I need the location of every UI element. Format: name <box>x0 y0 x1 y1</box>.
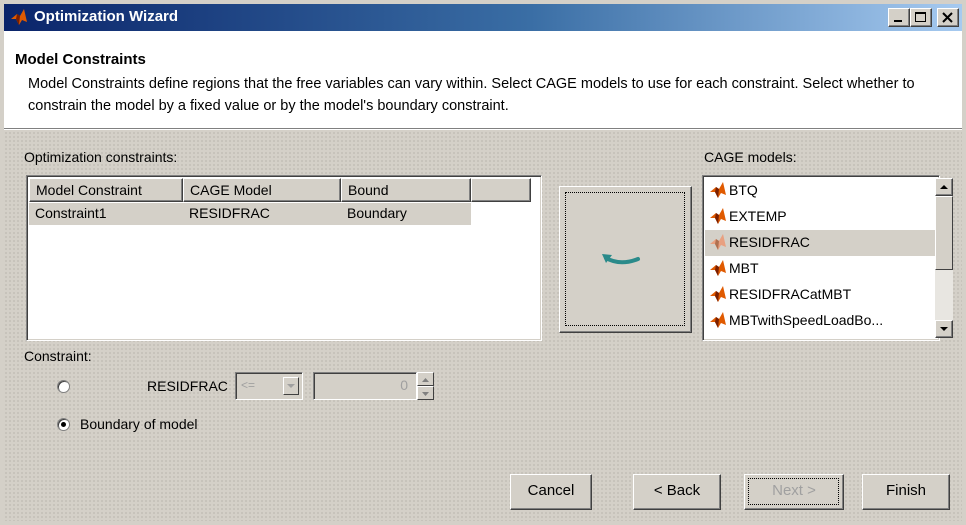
arrow-up-icon <box>940 185 948 189</box>
header-divider-highlight <box>4 129 962 130</box>
cage-model-icon <box>710 312 726 328</box>
wizard-header: Model Constraints Model Constraints defi… <box>4 31 962 129</box>
list-item[interactable]: RESIDFRACatMBT <box>705 282 935 308</box>
value-spinner[interactable] <box>417 372 434 400</box>
cage-model-icon <box>710 260 726 276</box>
cage-model-icon <box>710 208 726 224</box>
window-title: Optimization Wizard <box>34 8 179 25</box>
scrollbar-thumb[interactable] <box>935 196 953 270</box>
list-item[interactable]: BTQ <box>705 178 935 204</box>
list-item-label: MBTwithSpeedLoadBo... <box>729 312 884 328</box>
list-item[interactable]: MBT <box>705 256 935 282</box>
column-header-model-constraint[interactable]: Model Constraint <box>29 178 183 202</box>
title-bar[interactable]: Optimization Wizard <box>4 4 962 31</box>
radio-selected-dot <box>61 422 66 427</box>
cage-model-icon <box>710 286 726 302</box>
cell-model-constraint: Constraint1 <box>35 205 107 221</box>
spin-down-button[interactable] <box>417 386 434 400</box>
fixed-value-label: RESIDFRAC <box>147 378 228 394</box>
focus-rect <box>748 478 839 505</box>
arrow-up-icon <box>422 378 429 382</box>
optimization-wizard-window: Optimization Wizard Model Constraints Mo… <box>0 0 966 525</box>
list-item-label: MBT <box>729 260 759 276</box>
optimization-constraints-label: Optimization constraints: <box>24 149 178 165</box>
arrow-down-icon <box>940 327 948 331</box>
finish-button[interactable]: Finish <box>862 474 950 510</box>
list-item-label: EXTEMP <box>729 208 787 224</box>
list-item-label: RESIDFRAC <box>729 234 810 250</box>
scroll-down-button[interactable] <box>935 320 953 338</box>
constraint-label: Constraint: <box>24 348 92 364</box>
list-item-label: BTQ <box>729 182 758 198</box>
content-panel: Optimization constraints: Model Constrai… <box>4 131 962 521</box>
assign-arrow-icon <box>602 254 640 265</box>
cage-model-icon <box>710 234 726 250</box>
close-button[interactable] <box>937 8 959 27</box>
arrow-down-icon <box>422 392 429 396</box>
spin-up-button[interactable] <box>417 372 434 386</box>
maximize-button[interactable] <box>910 8 932 27</box>
list-item-selected[interactable]: RESIDFRAC <box>705 230 935 256</box>
cage-models-label: CAGE models: <box>704 149 797 165</box>
boundary-of-model-radio[interactable] <box>57 418 70 431</box>
list-item-label: RESIDFRACatMBT <box>729 286 852 302</box>
column-header-empty <box>471 178 531 202</box>
table-header: Model Constraint CAGE Model Bound <box>29 178 531 202</box>
scroll-up-button[interactable] <box>935 178 953 196</box>
chevron-down-icon <box>287 384 295 388</box>
column-header-cage-model[interactable]: CAGE Model <box>183 178 341 202</box>
operator-dropdown-button[interactable] <box>283 377 299 395</box>
cage-model-icon <box>710 182 726 198</box>
operator-select[interactable]: <= <box>235 372 303 400</box>
vertical-scrollbar[interactable] <box>935 178 953 338</box>
table-row[interactable]: Constraint1 RESIDFRAC Boundary <box>29 203 471 225</box>
constraint-value-input[interactable]: 0 <box>313 372 417 400</box>
list-item[interactable]: EXTEMP <box>705 204 935 230</box>
constraints-table[interactable]: Model Constraint CAGE Model Bound Constr… <box>26 175 542 341</box>
page-title: Model Constraints <box>15 51 146 68</box>
assign-model-button[interactable] <box>559 186 692 333</box>
list-item[interactable]: MBTwithSpeedLoadBo... <box>705 308 935 334</box>
fixed-value-radio[interactable] <box>57 380 70 393</box>
operator-value: <= <box>241 378 256 392</box>
column-header-bound[interactable]: Bound <box>341 178 471 202</box>
matlab-logo-icon <box>10 8 28 30</box>
boundary-of-model-label: Boundary of model <box>80 416 198 432</box>
next-button[interactable]: Next > <box>744 474 844 510</box>
cancel-button[interactable]: Cancel <box>510 474 592 510</box>
back-button[interactable]: < Back <box>633 474 721 510</box>
minimize-button[interactable] <box>888 8 910 27</box>
page-description: Model Constraints define regions that th… <box>28 76 915 114</box>
cell-cage-model: RESIDFRAC <box>189 205 270 221</box>
cage-models-list[interactable]: BTQ EXTEMP RESIDFRAC MBT RESIDFRACatMBT … <box>702 175 953 341</box>
cell-bound: Boundary <box>347 205 407 221</box>
